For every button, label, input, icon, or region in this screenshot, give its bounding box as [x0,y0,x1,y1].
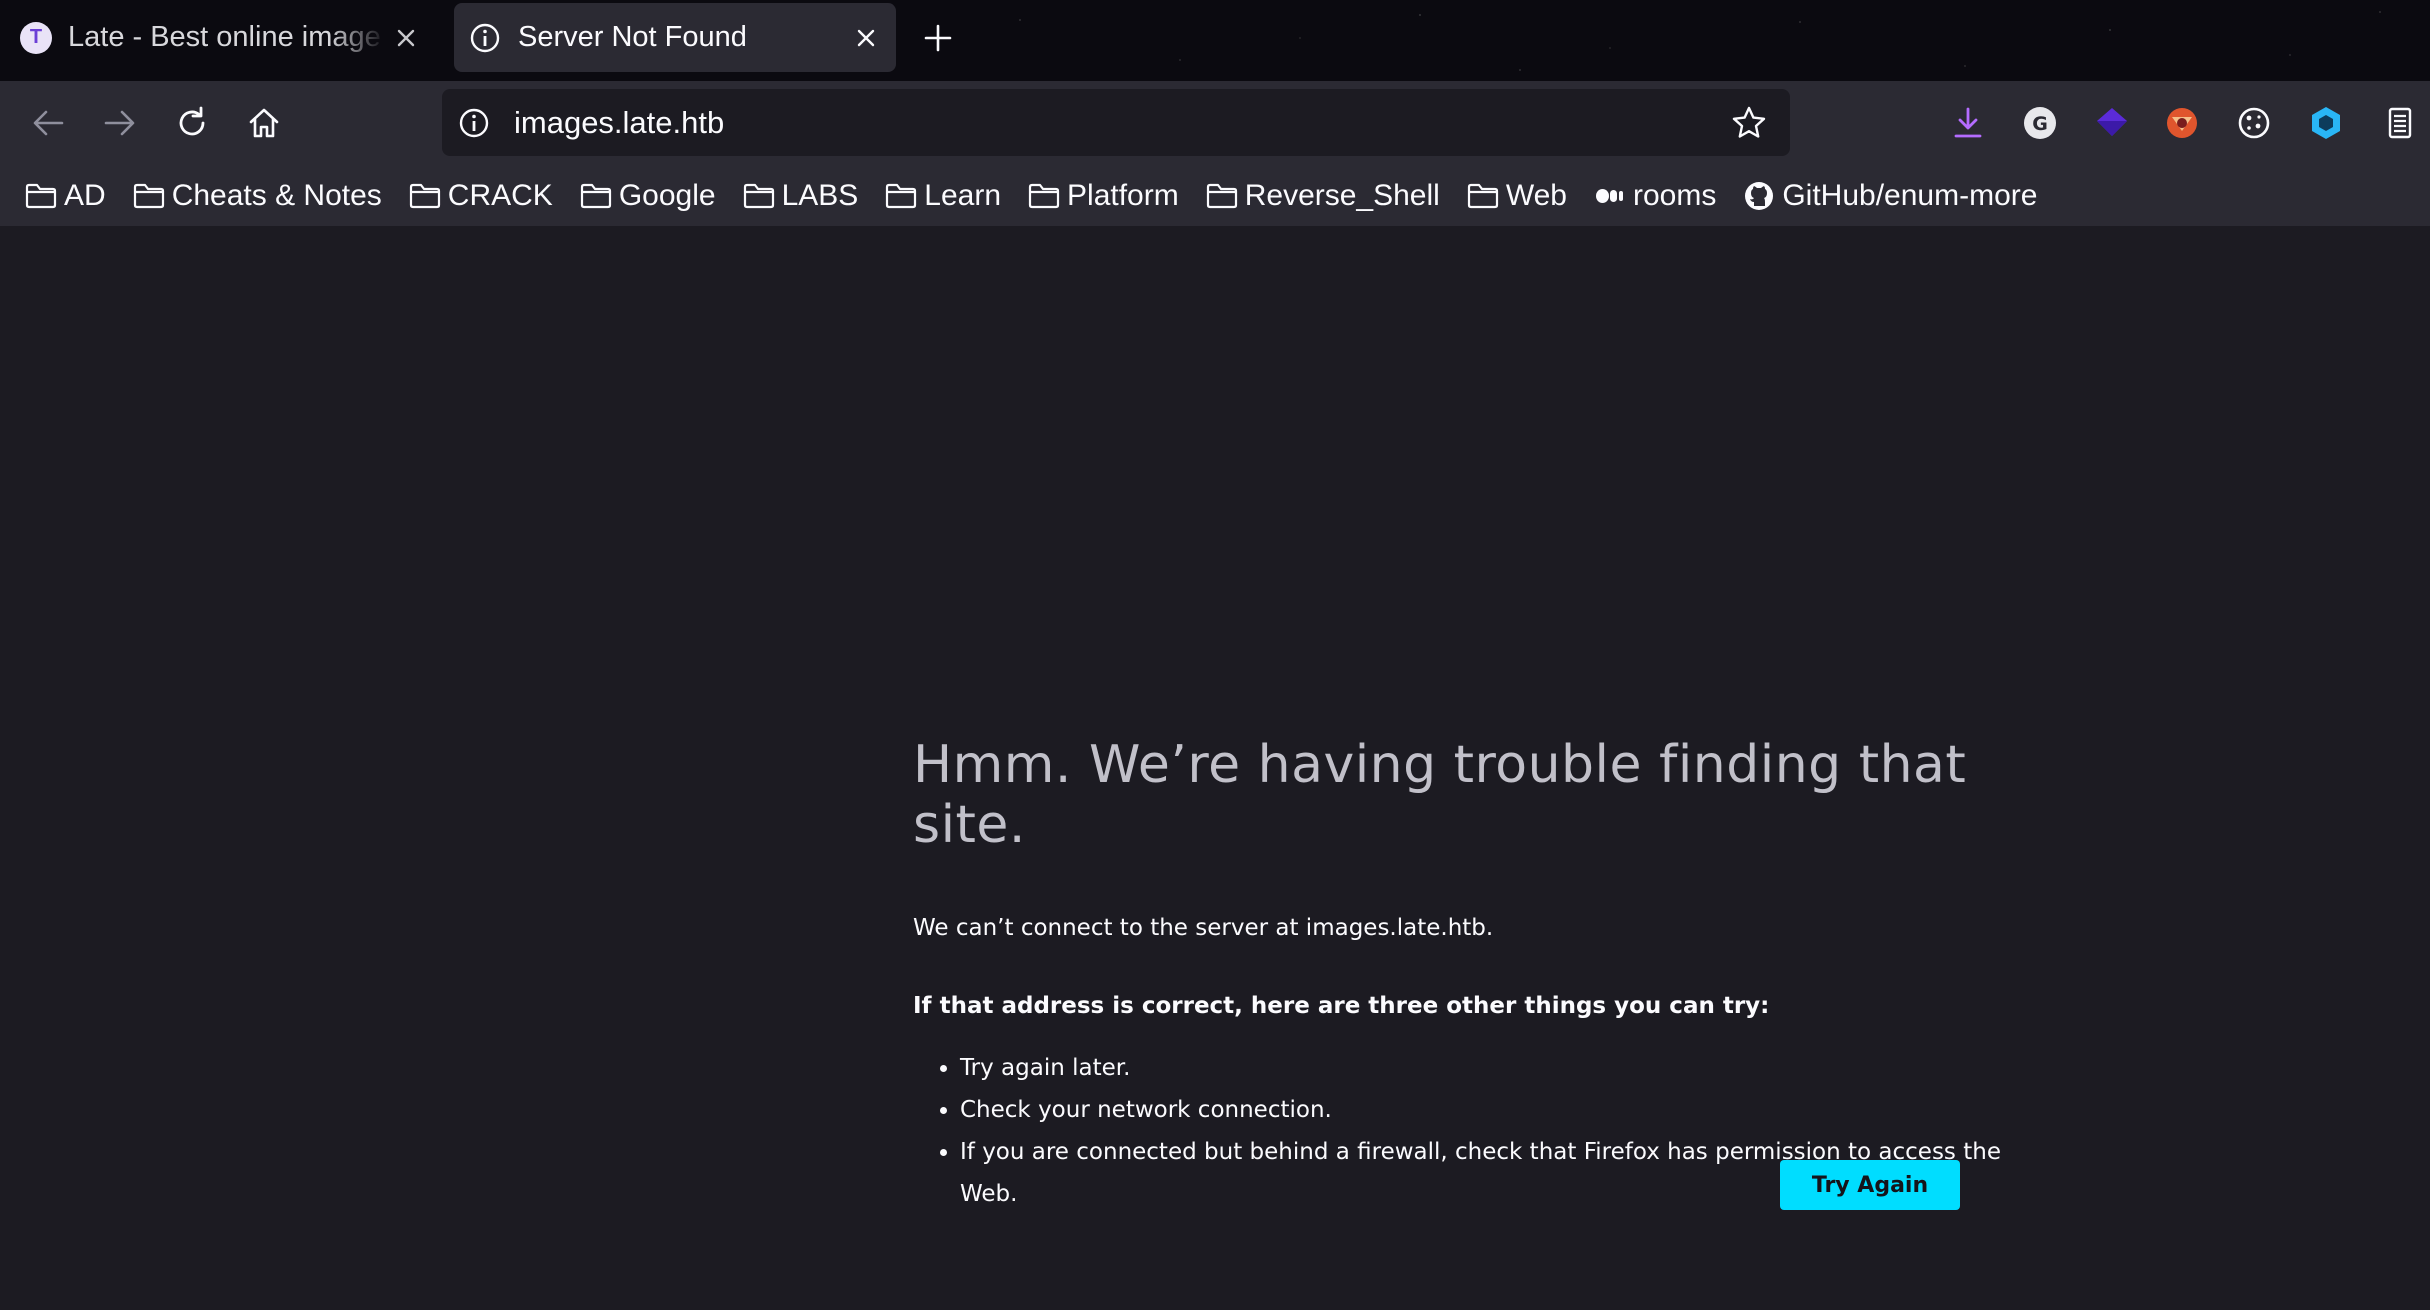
bookmark-github-enum-more[interactable]: GitHub/enum-more [1742,179,2037,213]
folder-icon [1466,181,1500,211]
rooms-icon [1593,181,1627,211]
url-bar[interactable]: images.late.htb [442,89,1790,156]
bookmark-label: LABS [781,178,859,212]
tab-strip: T Late - Best online image t Server Not … [0,0,2430,81]
github-icon [1742,181,1776,211]
home-icon [249,108,279,138]
wappalyzer-icon[interactable] [2160,101,2204,145]
error-hint: If that address is correct, here are thr… [913,993,1770,1019]
bookmark-label: Cheats & Notes [171,178,382,212]
folder-icon [742,181,776,211]
cookie-icon[interactable] [2232,101,2276,145]
tab-server-not-found[interactable]: Server Not Found [454,3,896,72]
bookmark-label: Google [618,178,716,212]
reader-list-icon[interactable] [2378,101,2422,145]
back-button[interactable] [24,99,72,147]
bookmark-folder-web[interactable]: Web [1466,179,1567,213]
bookmark-rooms[interactable]: rooms [1593,179,1716,213]
folder-icon [132,181,166,211]
bookmark-label: Reverse_Shell [1244,178,1440,212]
forward-arrow-icon [104,110,135,136]
hex-cube-icon[interactable] [2304,101,2348,145]
late-favicon-icon: T [20,21,52,54]
forward-button[interactable] [96,99,144,147]
bookmarks-toolbar: AD Cheats & Notes CRACK Google LABS Lear… [0,165,2430,226]
folder-icon [24,181,58,211]
bookmark-label: Web [1505,178,1567,212]
bookmark-label: AD [64,178,106,212]
reload-icon [179,106,205,136]
info-icon [468,21,502,55]
folder-icon [1205,181,1239,211]
bookmark-folder-reverse-shell[interactable]: Reverse_Shell [1205,179,1440,213]
error-title: Hmm. We’re having trouble finding that s… [913,735,1967,855]
bookmark-folder-platform[interactable]: Platform [1027,179,1179,213]
bookmark-folder-ad[interactable]: AD [24,179,106,213]
reload-button[interactable] [168,99,216,147]
error-description: We can’t connect to the server at images… [913,915,1494,941]
try-again-button[interactable]: Try Again [1780,1160,1960,1210]
bookmark-folder-crack[interactable]: CRACK [408,179,553,213]
suggestion-item: Check your network connection. [940,1089,2013,1131]
purple-gem-icon[interactable] [2090,101,2134,145]
tab-title: Server Not Found [518,21,747,53]
close-icon[interactable] [846,18,886,58]
folder-icon [1027,181,1061,211]
url-text[interactable]: images.late.htb [514,105,1726,141]
suggestion-item: Try again later. [940,1047,2013,1089]
bookmark-label: rooms [1632,178,1717,212]
download-icon[interactable] [1946,101,1990,145]
folder-icon [579,181,613,211]
bookmark-folder-learn[interactable]: Learn [884,179,1001,213]
plus-icon [924,24,952,52]
bookmark-star-icon[interactable] [1726,100,1772,146]
site-info-icon[interactable] [454,103,494,143]
tab-title: Late - Best online image t [68,21,386,53]
error-container: Hmm. We’re having trouble finding that s… [913,735,2013,1215]
bookmark-folder-cheats-notes[interactable]: Cheats & Notes [132,179,382,213]
bookmark-label: CRACK [447,178,553,212]
new-tab-button[interactable] [918,18,958,58]
bookmark-folder-labs[interactable]: LABS [742,178,859,213]
bookmark-folder-google[interactable]: Google [579,179,716,213]
folder-icon [408,181,442,211]
tab-late[interactable]: T Late - Best online image t [6,3,436,72]
home-button[interactable] [240,99,288,147]
bookmark-label: Platform [1067,178,1179,212]
bookmark-label: GitHub/enum-more [1782,178,2038,212]
grammarly-icon[interactable]: G [2018,101,2062,145]
bookmark-label: Learn [924,178,1002,212]
close-icon[interactable] [386,18,426,58]
navigation-toolbar: images.late.htb G [0,81,2430,165]
svg-text:G: G [2032,113,2048,135]
back-arrow-icon [33,110,64,136]
folder-icon [884,181,918,211]
